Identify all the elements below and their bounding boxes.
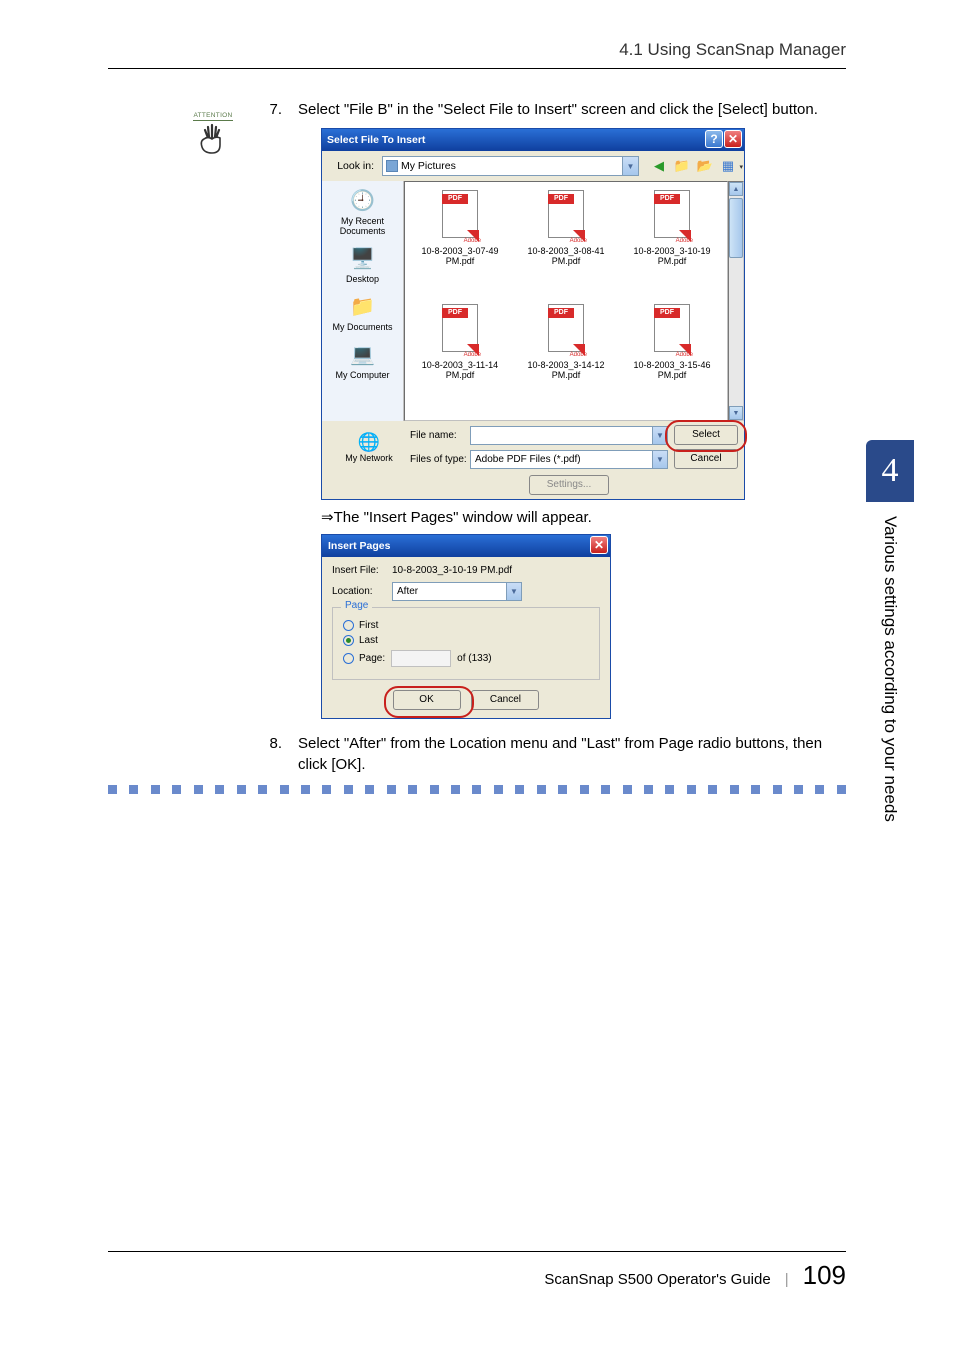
file-item[interactable]: PDFAdobe 10-8-2003_3-08-41PM.pdf — [515, 190, 617, 300]
dialog-title: Insert Pages — [328, 540, 390, 552]
file-name: 10-8-2003_3-14-12PM.pdf — [527, 360, 604, 380]
close-button[interactable]: ✕ — [590, 536, 608, 554]
settings-button[interactable]: Settings... — [529, 475, 609, 495]
ok-button[interactable]: OK — [393, 690, 461, 710]
folder-icon — [386, 160, 398, 172]
insert-pages-dialog: Insert Pages ✕ Insert File: 10-8-2003_3-… — [321, 534, 611, 719]
page-legend: Page — [341, 600, 372, 611]
dialog-titlebar[interactable]: Insert Pages ✕ — [322, 535, 610, 557]
select-file-dialog: Select File To Insert ? ✕ Look in: My Pi… — [321, 128, 745, 500]
file-item[interactable]: PDFAdobe 10-8-2003_3-15-46PM.pdf — [621, 304, 723, 414]
filetype-dropdown[interactable]: Adobe PDF Files (*.pdf)▼ — [470, 450, 668, 469]
result-text: ⇒The "Insert Pages" window will appear. — [321, 508, 846, 526]
radio-last[interactable]: Last — [343, 635, 589, 646]
file-item[interactable]: PDFAdobe 10-8-2003_3-14-12PM.pdf — [515, 304, 617, 414]
page-group: Page First Last Page:of (133) — [332, 607, 600, 680]
radio-first[interactable]: First — [343, 620, 589, 631]
file-list[interactable]: PDFAdobe 10-8-2003_3-07-49PM.pdf PDFAdobe 1… — [404, 181, 728, 421]
help-button[interactable]: ? — [705, 130, 723, 148]
close-button[interactable]: ✕ — [724, 130, 742, 148]
cancel-button[interactable]: Cancel — [674, 449, 738, 469]
pdf-icon: PDFAdobe — [545, 304, 587, 356]
scroll-up-icon[interactable]: ▲ — [729, 182, 743, 196]
file-name: 10-8-2003_3-11-14PM.pdf — [422, 360, 498, 380]
filename-label: File name: — [410, 430, 470, 441]
lookin-dropdown[interactable]: My Pictures ▼ — [382, 156, 639, 176]
back-button[interactable]: ◀ — [649, 156, 669, 176]
chevron-down-icon: ▼ — [622, 157, 638, 175]
location-dropdown[interactable]: After ▼ — [392, 582, 522, 601]
dialog-title: Select File To Insert — [327, 134, 425, 146]
scrollbar[interactable]: ▲ ▼ — [728, 181, 744, 421]
chevron-down-icon: ▼ — [652, 451, 667, 468]
page-footer: ScanSnap S500 Operator's Guide | 109 — [108, 1251, 846, 1291]
scroll-down-icon[interactable]: ▼ — [729, 406, 743, 420]
file-item[interactable]: PDFAdobe 10-8-2003_3-07-49PM.pdf — [409, 190, 511, 300]
insertfile-value: 10-8-2003_3-10-19 PM.pdf — [392, 565, 600, 576]
guide-title: ScanSnap S500 Operator's Guide — [544, 1271, 770, 1288]
file-name: 10-8-2003_3-15-46PM.pdf — [633, 360, 710, 380]
step-8: 8. Select "After" from the Location menu… — [108, 733, 846, 775]
page-input[interactable] — [391, 650, 451, 667]
place-recent[interactable]: 🕘My Recent Documents — [322, 187, 403, 237]
section-header: 4.1 Using ScanSnap Manager — [108, 40, 846, 69]
file-item[interactable]: PDFAdobe 10-8-2003_3-11-14PM.pdf — [409, 304, 511, 414]
places-bar: 🕘My Recent Documents 🖥️Desktop 📁My Docum… — [322, 181, 404, 421]
insertfile-label: Insert File: — [332, 565, 392, 576]
place-mycomp[interactable]: 💻My Computer — [335, 341, 389, 381]
filename-input[interactable]: ▼ — [470, 426, 668, 445]
location-value: After — [397, 586, 418, 597]
place-mynet[interactable]: 🌐My Network — [328, 432, 410, 463]
lookin-label: Look in: — [328, 160, 378, 172]
lookin-value: My Pictures — [401, 160, 456, 172]
chevron-down-icon: ▼ — [506, 583, 521, 600]
separator — [108, 785, 846, 795]
new-folder-button[interactable]: 📂 — [695, 156, 715, 176]
page-number: 109 — [803, 1260, 846, 1291]
cancel-button[interactable]: Cancel — [471, 690, 539, 710]
file-name: 10-8-2003_3-08-41PM.pdf — [527, 246, 604, 266]
scroll-thumb[interactable] — [729, 198, 743, 258]
pdf-icon: PDFAdobe — [651, 304, 693, 356]
filetype-label: Files of type: — [410, 454, 470, 465]
up-button[interactable]: 📁 — [672, 156, 692, 176]
select-button[interactable]: Select — [674, 425, 738, 445]
dialog-titlebar[interactable]: Select File To Insert ? ✕ — [322, 129, 744, 151]
view-menu-button[interactable]: ▦ — [718, 156, 738, 176]
side-tab: 4 Various settings according to your nee… — [866, 440, 914, 960]
place-desktop[interactable]: 🖥️Desktop — [346, 245, 379, 285]
pdf-icon: PDFAdobe — [651, 190, 693, 242]
file-name: 10-8-2003_3-10-19PM.pdf — [633, 246, 710, 266]
pdf-icon: PDFAdobe — [545, 190, 587, 242]
chapter-number: 4 — [866, 440, 914, 502]
pdf-icon: PDFAdobe — [439, 304, 481, 356]
file-name: 10-8-2003_3-07-49PM.pdf — [421, 246, 498, 266]
radio-page[interactable]: Page:of (133) — [343, 650, 589, 667]
location-label: Location: — [332, 586, 392, 597]
chapter-title: Various settings according to your needs — [880, 516, 900, 822]
file-item[interactable]: PDFAdobe 10-8-2003_3-10-19PM.pdf — [621, 190, 723, 300]
place-mydocs[interactable]: 📁My Documents — [332, 293, 392, 333]
pdf-icon: PDFAdobe — [439, 190, 481, 242]
attention-icon: ATTENTION — [168, 104, 258, 157]
